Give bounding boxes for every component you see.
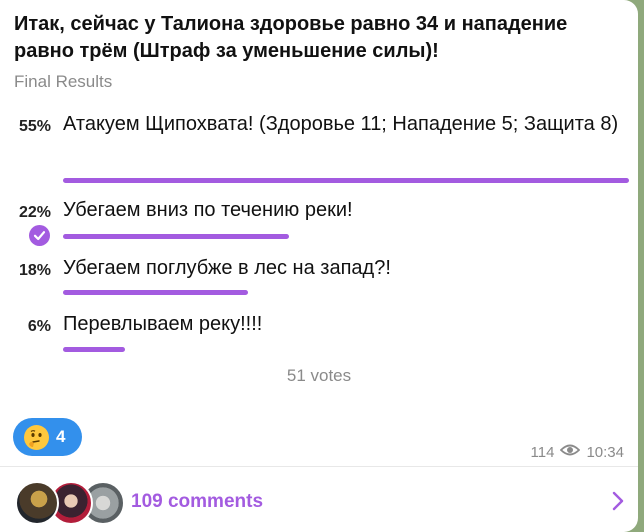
vote-count: 51 votes: [286, 366, 352, 385]
comments-count-link[interactable]: 109 comments: [131, 491, 263, 513]
poll-option[interactable]: 6% Перевлываем реку!!!!: [0, 310, 638, 356]
chevron-right-icon[interactable]: [612, 491, 624, 516]
option-result-bar: [63, 347, 125, 352]
option-result-bar: [63, 178, 629, 183]
thinking-face-icon: [24, 424, 49, 450]
option-text: Атакуем Щипохвата! (Здоровье 11; Нападен…: [63, 113, 619, 135]
reaction-button[interactable]: 4: [13, 418, 82, 456]
option-text: Убегаем вниз по течению реки!: [63, 199, 353, 221]
checkmark-icon: [29, 225, 50, 246]
poll-option[interactable]: 55% Атакуем Щипохвата! (Здоровье 11; Нап…: [0, 110, 638, 185]
option-percent: 18%: [18, 262, 51, 279]
message-time: 10:34: [586, 443, 624, 461]
reaction-count: 4: [56, 427, 66, 446]
option-text: Убегаем поглубже в лес на запад?!: [63, 257, 391, 279]
option-percent: 55%: [18, 118, 51, 135]
poll-question: Итак, сейчас у Талиона здоровье равно 34…: [14, 13, 568, 62]
option-percent: 22%: [18, 204, 51, 221]
commenter-avatars: [15, 481, 125, 525]
message-meta: 114 10:34: [531, 443, 624, 461]
poll-message: Итак, сейчас у Талиона здоровье равно 34…: [0, 0, 638, 532]
option-percent: 6%: [27, 318, 51, 335]
option-text: Перевлываем реку!!!!: [63, 313, 263, 335]
eye-icon: [560, 443, 581, 461]
option-result-bar: [63, 234, 289, 239]
option-result-bar: [63, 290, 248, 295]
poll-option[interactable]: 18% Убегаем поглубже в лес на запад?!: [0, 254, 638, 300]
poll-option[interactable]: 22% Убегаем вниз по течению реки!: [0, 196, 638, 246]
view-count: 114: [530, 443, 555, 461]
comments-bar[interactable]: 109 comments: [0, 467, 638, 532]
avatar: [15, 481, 59, 525]
poll-status: Final Results: [14, 72, 113, 91]
